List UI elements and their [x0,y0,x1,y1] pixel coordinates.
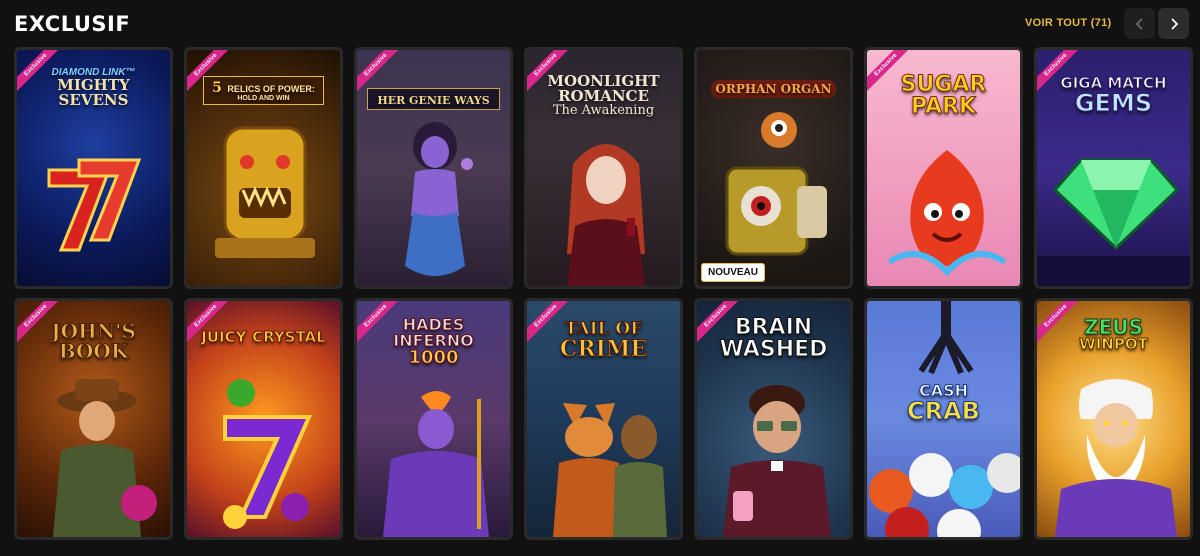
game-thumbnail: CASH CRAB [867,301,1020,537]
game-title-line: The Awakening [552,103,655,118]
game-thumbnail: Exclusive BRAIN WASHED [697,301,850,537]
game-grid: Exclusive DIAMOND LINK™ MIGHTY SEVENS Ex… [14,47,1193,540]
zeus-character-icon [1055,379,1177,537]
chevron-left-icon [1135,17,1143,30]
section-header: EXCLUSIF VOIR TOUT (71) [0,0,1200,48]
game-title-line: BRAIN [734,315,813,340]
game-title-line: JUICY [201,328,247,346]
game-title-line: CRYSTAL [252,328,327,346]
explorer-character-icon [53,379,157,537]
organ-creature-icon [725,112,827,256]
game-tile-5-relics-of-power[interactable]: Exclusive 5 RELICS OF POWER: HOLD AND WI… [184,47,343,289]
game-thumbnail: Exclusive GIGA MATCH GEMS [1037,50,1190,286]
game-thumbnail: Exclusive MOONLIGHT ROMANCE The Awakenin… [527,50,680,286]
game-thumbnail: Exclusive SUGAR PARK [867,50,1020,286]
game-title-line: BOOK [58,339,129,363]
game-tile-giga-match-gems[interactable]: Exclusive GIGA MATCH GEMS [1034,47,1193,289]
claw-machine-icon [918,301,974,375]
pixel-gem-icon [1053,158,1179,250]
hades-character-icon [383,391,489,537]
fox-detective-icon [553,403,667,537]
game-tile-orphan-organ[interactable]: ORPHAN ORGAN NOUVEAU [694,47,853,289]
game-title-line: CRAB [907,397,981,425]
game-tile-diamond-link-mighty-sevens[interactable]: Exclusive DIAMOND LINK™ MIGHTY SEVENS [14,47,173,289]
game-tile-tail-of-crime[interactable]: Exclusive TAIL OF CRIME [524,298,683,540]
game-thumbnail: Exclusive DIAMOND LINK™ MIGHTY SEVENS [17,50,170,286]
game-thumbnail: Exclusive JOHN'S BOOK [17,301,170,537]
game-title-line: 1000 [408,347,459,368]
purple-seven-icon [223,379,313,529]
chevron-right-icon [1170,17,1178,30]
city-skyline [1037,256,1190,286]
game-title-line: ORPHAN ORGAN [711,80,836,98]
game-thumbnail: Exclusive HER GENIE WAYS [357,50,510,286]
game-thumbnail: Exclusive 5 RELICS OF POWER: HOLD AND WI… [187,50,340,286]
game-title-line: GEMS [1074,89,1153,117]
game-title-line: ROMANCE [558,87,649,105]
next-button[interactable] [1158,8,1189,39]
see-all-link[interactable]: VOIR TOUT (71) [1025,17,1112,29]
game-thumbnail: ORPHAN ORGAN NOUVEAU [697,50,850,286]
vampire-character-icon [567,144,645,286]
genie-character-icon [405,122,473,276]
game-thumbnail: Exclusive JUICY CRYSTAL [187,301,340,537]
game-thumbnail: Exclusive ZEUS WINPOT [1037,301,1190,537]
game-tile-brain-washed[interactable]: Exclusive BRAIN WASHED [694,298,853,540]
game-tile-juicy-crystal[interactable]: Exclusive JUICY CRYSTAL [184,298,343,540]
game-title-line: SEVENS [58,91,129,109]
game-thumbnail: Exclusive TAIL OF CRIME [527,301,680,537]
game-title-line: HER GENIE WAYS [377,94,490,107]
game-title-line: 5 [212,80,222,96]
section-title: EXCLUSIF [14,12,131,36]
game-title-line: HOLD AND WIN [237,95,290,102]
game-title-line: ZEUS [1084,315,1144,339]
game-title-line: PARK [910,94,977,119]
game-tile-johns-book[interactable]: Exclusive JOHN'S BOOK [14,298,173,540]
game-tile-sugar-park[interactable]: Exclusive SUGAR PARK [864,47,1023,289]
game-title-line: WASHED [719,337,828,362]
game-title-line: SUGAR [900,72,987,97]
prev-button[interactable] [1124,8,1155,39]
game-tile-hades-inferno-1000[interactable]: Exclusive HADES INFERNO 1000 [354,298,513,540]
game-tile-moonlight-romance[interactable]: Exclusive MOONLIGHT ROMANCE The Awakenin… [524,47,683,289]
new-badge: NOUVEAU [701,263,766,282]
game-tile-her-genie-ways[interactable]: Exclusive HER GENIE WAYS [354,47,513,289]
game-thumbnail: Exclusive HADES INFERNO 1000 [357,301,510,537]
preacher-character-icon [723,385,831,537]
game-title-line: WINPOT [1079,335,1149,353]
game-tile-zeus-winpot[interactable]: Exclusive ZEUS WINPOT [1034,298,1193,540]
game-title-line: CRIME [559,336,648,362]
game-title-line: RELICS OF POWER: [227,84,315,94]
game-title-line: JOHN'S [51,319,137,343]
golden-idol-icon [215,126,315,258]
prize-balls-icon [869,453,1020,537]
red-seven-icon [47,158,142,252]
candy-character-icon [889,150,1005,277]
game-tile-cash-crab[interactable]: CASH CRAB [864,298,1023,540]
